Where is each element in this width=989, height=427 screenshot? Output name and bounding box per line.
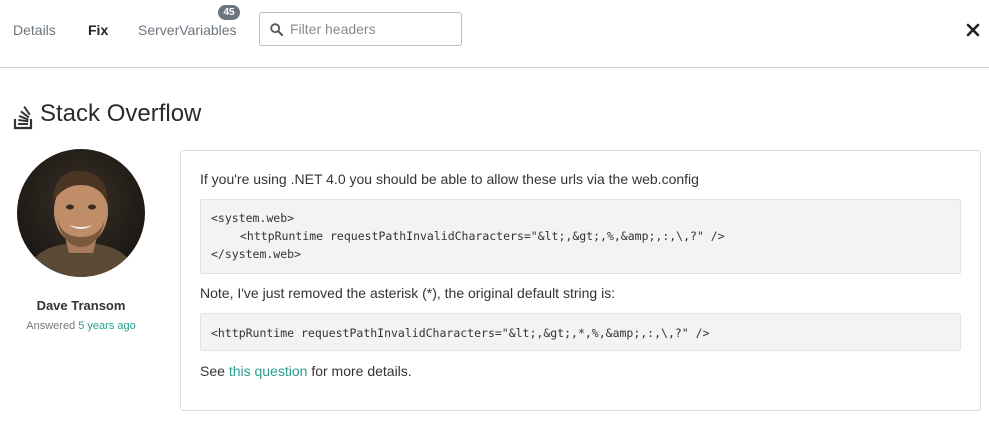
code-line: <system.web> [211, 211, 295, 225]
see-suffix: for more details. [311, 363, 412, 379]
code-line: <httpRuntime requestPathInvalidCharacter… [240, 229, 725, 243]
tab-details[interactable]: Details [13, 22, 56, 38]
top-bar: Details Fix ServerVariables 45 [0, 0, 989, 68]
answer-note: Note, I've just removed the asterisk (*)… [200, 285, 616, 301]
answer-footer: See this question for more details. [200, 363, 412, 379]
code-block-web-config: <system.web> <httpRuntime requestPathInva… [200, 199, 961, 274]
tab-fix[interactable]: Fix [88, 22, 108, 38]
avatar [17, 149, 145, 277]
search-icon [270, 23, 283, 36]
filter-headers-input[interactable] [290, 19, 455, 39]
answer-card: If you're using .NET 4.0 you should be a… [180, 150, 981, 411]
stackoverflow-icon [13, 106, 33, 130]
close-icon[interactable] [966, 23, 980, 37]
code-block-default: <httpRuntime requestPathInvalidCharacter… [200, 313, 961, 351]
filter-headers-box[interactable] [259, 12, 462, 46]
answer-intro: If you're using .NET 4.0 you should be a… [200, 171, 699, 187]
see-prefix: See [200, 363, 225, 379]
page-title: Stack Overflow [40, 100, 202, 127]
answered-label: Answered [26, 320, 76, 332]
server-variables-count-badge: 45 [218, 5, 240, 20]
answered-info: Answered 5 years ago [0, 320, 162, 332]
code-line: <httpRuntime requestPathInvalidCharacter… [211, 326, 710, 340]
question-link[interactable]: this question [229, 363, 308, 379]
author-name[interactable]: Dave Transom [0, 298, 162, 313]
code-line: </system.web> [211, 247, 302, 261]
tab-server-variables[interactable]: ServerVariables [138, 22, 237, 38]
answered-time-link[interactable]: 5 years ago [78, 320, 135, 332]
